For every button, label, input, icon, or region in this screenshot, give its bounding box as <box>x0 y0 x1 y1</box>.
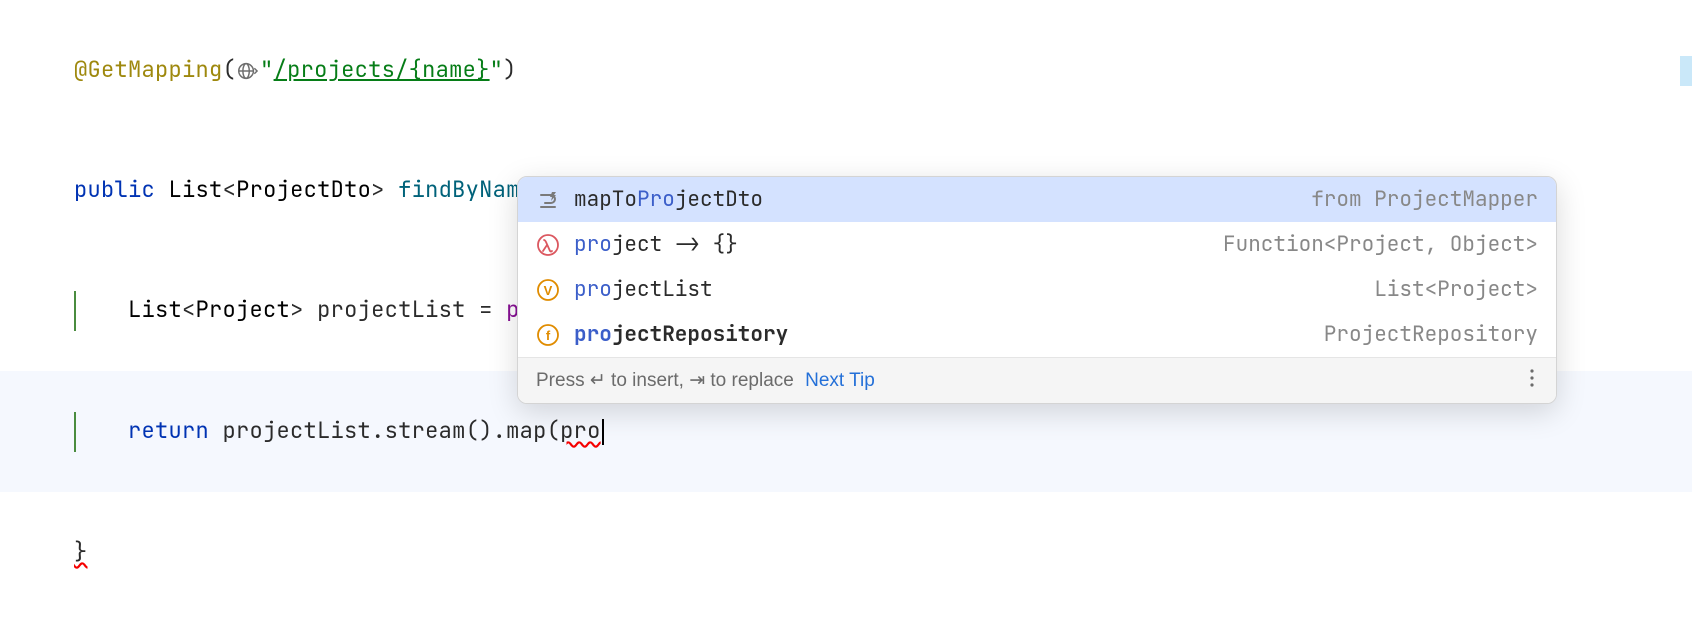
completion-type: List<Project> <box>1374 276 1538 303</box>
footer-hint: Press ↵ to insert, ⇥ to replace Next Tip <box>536 369 1526 392</box>
completion-label: projectRepository <box>574 321 1324 348</box>
completion-label: projectList <box>574 276 1374 303</box>
completion-label: mapToProjectDto <box>574 186 1311 213</box>
completion-label: project -> {} <box>574 231 1223 258</box>
completion-item-1[interactable]: project -> {}Function<Project, Object> <box>518 222 1556 267</box>
lambda-icon <box>536 233 560 257</box>
completion-item-3[interactable]: f projectRepositoryProjectRepository <box>518 312 1556 357</box>
method-name: findByName <box>398 175 533 204</box>
code-line-5: } <box>20 492 1672 612</box>
close-brace: } <box>74 537 88 566</box>
field-icon: f <box>536 323 560 347</box>
svg-text:V: V <box>544 283 553 298</box>
next-tip-link[interactable]: Next Tip <box>805 370 875 391</box>
indent-guide <box>74 291 76 331</box>
completion-footer: Press ↵ to insert, ⇥ to replace Next Tip <box>518 357 1556 403</box>
completion-type: Function<Project, Object> <box>1223 231 1538 258</box>
svg-text:f: f <box>546 328 551 343</box>
completion-type: from ProjectMapper <box>1311 186 1538 213</box>
completion-popup: mapToProjectDtofrom ProjectMapperproject… <box>517 176 1557 404</box>
more-icon[interactable] <box>1526 368 1538 393</box>
completion-item-0[interactable]: mapToProjectDtofrom ProjectMapper <box>518 177 1556 222</box>
indent-guide <box>74 412 76 452</box>
typed-text: pro <box>560 416 601 445</box>
url-mapping[interactable]: /projects/{name} <box>274 55 490 84</box>
variable-icon: V <box>536 278 560 302</box>
completion-type: ProjectRepository <box>1324 321 1538 348</box>
static-icon <box>536 188 560 212</box>
right-gutter-marker[interactable] <box>1680 56 1692 86</box>
completion-item-2[interactable]: VprojectListList<Project> <box>518 267 1556 312</box>
globe-icon[interactable] <box>236 60 258 82</box>
text-caret <box>602 419 604 445</box>
annotation: @GetMapping <box>74 55 223 84</box>
code-line-1: @GetMapping("/projects/{name}") <box>20 10 1672 130</box>
